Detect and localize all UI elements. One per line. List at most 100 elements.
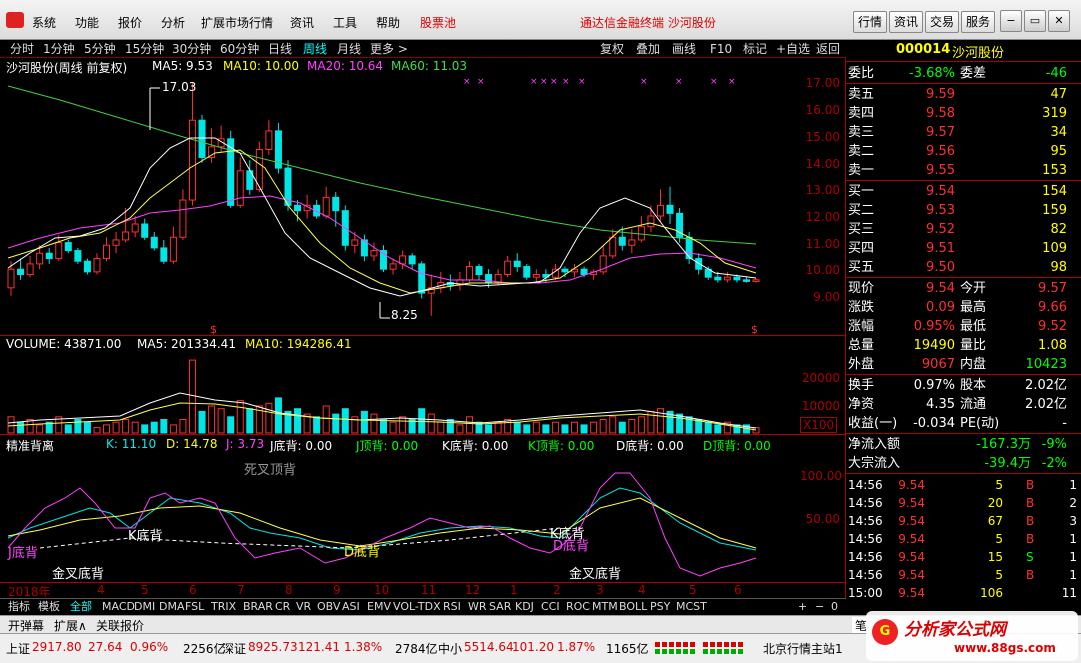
tick-count: 1 [1069, 550, 1077, 564]
tab-obv[interactable]: OBV [317, 599, 340, 615]
menu-help[interactable]: 帮助 [376, 14, 400, 31]
candle-body [265, 130, 273, 150]
back-button[interactable]: 返回 [816, 40, 840, 58]
tab-dma[interactable]: DMA [159, 599, 185, 615]
period-1min[interactable]: 1分钟 [43, 40, 75, 58]
add-watchlist-button[interactable]: +自选 [776, 40, 810, 58]
menu-system[interactable]: 系统 [32, 14, 56, 31]
extend-toggle[interactable]: 扩展∧ [54, 617, 87, 634]
tab-asi[interactable]: ASI [342, 599, 360, 615]
ask-label: 卖三 [848, 125, 875, 140]
menu-analysis[interactable]: 分析 [161, 14, 185, 31]
tab-fsl[interactable]: FSL [185, 599, 204, 615]
mark-button[interactable]: 标记 [743, 40, 767, 58]
restore-icon[interactable]: ▭ [1024, 10, 1046, 32]
candle-body [188, 119, 196, 201]
tab-mcst[interactable]: MCST [676, 599, 707, 615]
tab-indicator[interactable]: 指标 [8, 599, 30, 615]
tick-row: 14:56 9.54 5 B 1 [846, 530, 1081, 548]
stat-value: 1.08 [1038, 338, 1067, 353]
period-60min[interactable]: 60分钟 [220, 40, 259, 58]
tab-vol-tdx[interactable]: VOL-TDX [393, 599, 441, 615]
stat-label: 最低 [960, 319, 987, 334]
service-button[interactable]: 服务 [961, 11, 995, 33]
app-logo-icon[interactable] [6, 12, 24, 28]
volume-bar [370, 413, 378, 434]
zero-indicator-icon[interactable]: 0 [831, 599, 838, 615]
period-intraday[interactable]: 分时 [10, 40, 34, 58]
chart-area[interactable]: 沙河股份(周线 前复权) MA5: 9.53 MA10: 10.00 MA20:… [0, 58, 846, 599]
weicha-value: -46 [1045, 66, 1067, 81]
menu-quote[interactable]: 报价 [118, 14, 142, 31]
close-icon[interactable]: ✕ [1048, 10, 1070, 32]
add-indicator-icon[interactable]: + [798, 599, 807, 615]
draw-button[interactable]: 画线 [672, 40, 696, 58]
period-daily[interactable]: 日线 [268, 40, 292, 58]
tab-template[interactable]: 模板 [38, 599, 60, 615]
tick-count: 1 [1069, 568, 1077, 582]
candle-body [714, 276, 722, 281]
tab-kdj[interactable]: KDJ [515, 599, 534, 615]
candle-body [131, 223, 139, 233]
tab-macd[interactable]: MACD [102, 599, 135, 615]
candle-body [45, 252, 53, 260]
period-monthly[interactable]: 月线 [337, 40, 361, 58]
divider [846, 374, 1081, 375]
tab-cr[interactable]: CR [275, 599, 290, 615]
stat-value: 0.09 [926, 300, 955, 315]
volume-bars [7, 359, 760, 434]
menu-stock-pool[interactable]: 股票池 [420, 14, 456, 31]
danmaku-toggle[interactable]: 开弹幕 [8, 617, 44, 634]
volume-bar [17, 421, 25, 434]
f10-button[interactable]: F10 [710, 40, 732, 58]
period-30min[interactable]: 30分钟 [172, 40, 211, 58]
remove-indicator-icon[interactable]: − [815, 599, 824, 615]
tick-time: 14:56 [848, 478, 883, 492]
sz-amount: 2784亿 [395, 642, 438, 656]
candle-body [169, 236, 177, 262]
candle-body [666, 204, 674, 214]
tab-vr[interactable]: VR [296, 599, 311, 615]
server-name[interactable]: 北京行情主站1 [763, 640, 843, 657]
tab-emv[interactable]: EMV [367, 599, 391, 615]
overlay-button[interactable]: 叠加 [636, 40, 660, 58]
tab-all[interactable]: 全部 [70, 599, 92, 615]
bid-label: 买二 [848, 203, 875, 218]
stat-value: 2.02亿 [1025, 378, 1067, 393]
y-tick-11: 11.00 [805, 237, 840, 251]
tab-brar[interactable]: BRAR [243, 599, 273, 615]
stat-label: 净资 [848, 397, 875, 412]
indicator-name[interactable]: 精准背离 [6, 437, 54, 454]
trade-button[interactable]: 交易 [925, 11, 959, 33]
tab-trix[interactable]: TRIX [211, 599, 236, 615]
period-5min[interactable]: 5分钟 [84, 40, 116, 58]
tab-wr[interactable]: WR [468, 599, 487, 615]
related-quote-tab[interactable]: 关联报价 [96, 617, 144, 634]
period-more[interactable]: 更多 > [370, 40, 408, 58]
market-button[interactable]: 行情 [853, 11, 887, 33]
tab-rsi[interactable]: RSI [443, 599, 461, 615]
volume-bar [64, 424, 72, 434]
tab-cci[interactable]: CCI [541, 599, 560, 615]
adjust-button[interactable]: 复权 [600, 40, 624, 58]
ask-price: 9.56 [926, 144, 955, 159]
stat-row: 收益(一) -0.034 PE(动) - [846, 414, 1081, 433]
tab-sar[interactable]: SAR [489, 599, 511, 615]
menu-tools[interactable]: 工具 [333, 14, 357, 31]
tab-roc[interactable]: ROC [566, 599, 590, 615]
tab-psy[interactable]: PSY [650, 599, 670, 615]
tab-boll[interactable]: BOLL [619, 599, 647, 615]
period-weekly[interactable]: 周线 [303, 40, 327, 58]
tab-mtm[interactable]: MTM [592, 599, 618, 615]
candle-body [618, 236, 626, 246]
candle-body [465, 266, 473, 281]
menu-extended-market[interactable]: 扩展市场行情 [201, 14, 273, 31]
menu-function[interactable]: 功能 [75, 14, 99, 31]
tab-dmi[interactable]: DMI [134, 599, 155, 615]
news-button[interactable]: 资讯 [889, 11, 923, 33]
minimize-icon[interactable]: − [1000, 10, 1022, 32]
period-15min[interactable]: 15分钟 [125, 40, 164, 58]
volume-bar [637, 416, 645, 434]
tick-price: 9.54 [898, 496, 925, 510]
menu-news[interactable]: 资讯 [290, 14, 314, 31]
